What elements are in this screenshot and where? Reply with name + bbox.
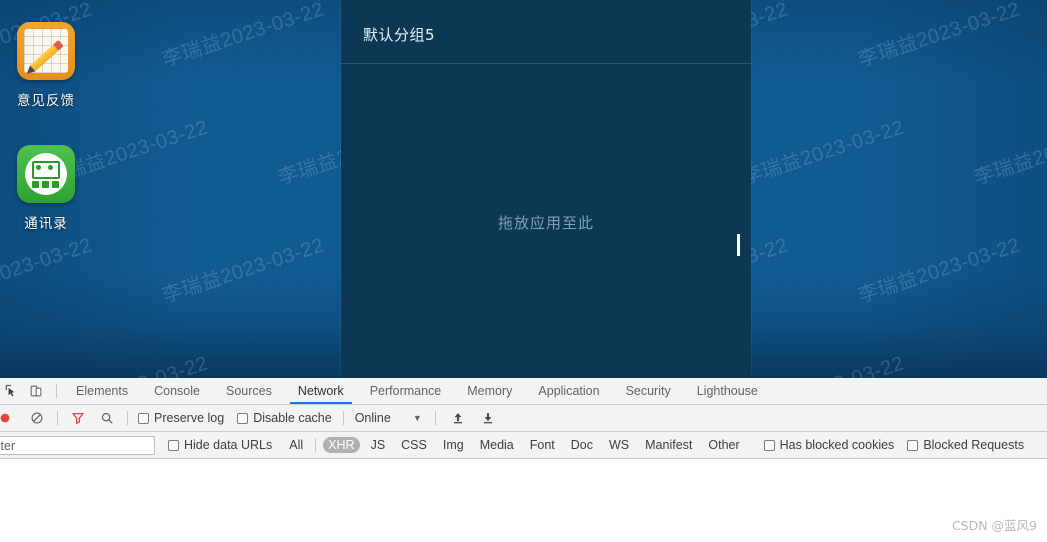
clear-button[interactable] (26, 407, 48, 429)
inspect-element-icon[interactable] (0, 380, 22, 402)
tab-application[interactable]: Application (525, 378, 612, 404)
resource-type-filters: All XHR JS CSS Img Media Font Doc WS Man… (284, 437, 744, 453)
devtools-tabs: Elements Console Sources Network Perform… (63, 378, 771, 404)
type-filter-css[interactable]: CSS (396, 437, 432, 453)
watermark-text: 李瑞益2023-03-22 (42, 347, 212, 378)
type-filter-media[interactable]: Media (475, 437, 519, 453)
device-toolbar-glyph (30, 385, 42, 397)
export-har-button[interactable] (477, 407, 499, 429)
toolbar-divider (315, 438, 317, 452)
group-panel[interactable]: 默认分组5 拖放应用至此 (341, 0, 751, 378)
type-filter-js[interactable]: JS (366, 437, 391, 453)
desktop-icon-label: 意见反馈 (17, 93, 75, 109)
type-filter-manifest[interactable]: Manifest (640, 437, 697, 453)
type-filter-font[interactable]: Font (525, 437, 560, 453)
preserve-log-label: Preserve log (154, 411, 225, 425)
chevron-down-icon: ▼ (412, 413, 422, 423)
watermark-text: 李瑞益2023-03-22 (970, 347, 1047, 378)
type-filter-all[interactable]: All (284, 437, 308, 453)
tab-performance[interactable]: Performance (357, 378, 455, 404)
inspect-element-glyph (5, 384, 15, 397)
feedback-pencil-icon (17, 22, 75, 80)
desktop-icon-feedback[interactable]: 意见反馈 (0, 22, 94, 109)
watermark-text: 李瑞益2023-03-22 (855, 0, 1023, 72)
tab-memory[interactable]: Memory (454, 378, 525, 404)
watermark-text: 李瑞益2023-03-22 (971, 116, 1047, 190)
network-filterbar: Hide data URLs All XHR JS CSS Img Media … (0, 432, 1047, 459)
search-icon (101, 412, 113, 424)
group-panel-title: 默认分组5 (363, 26, 436, 44)
record-icon (0, 413, 10, 423)
toolbar-divider (342, 411, 344, 425)
toolbar-divider (57, 411, 58, 425)
screen-root: 李瑞益2023-03-22 李瑞益2023-03-22 李瑞益2023-03-22 李… (0, 0, 1047, 542)
watermark-text: 李瑞益2023-03-22 (739, 116, 907, 190)
record-button[interactable] (0, 407, 16, 429)
disable-cache-checkbox[interactable]: Disable cache (237, 405, 332, 431)
filter-input[interactable] (0, 436, 155, 455)
device-toolbar-icon[interactable] (25, 380, 47, 402)
checkbox-box (138, 412, 149, 424)
tab-network[interactable]: Network (285, 378, 357, 404)
watermark-text: 李瑞益2023-03-22 (855, 234, 1023, 308)
text-caret (737, 234, 740, 256)
network-request-list[interactable]: CSDN @蓝风9 (0, 459, 1047, 542)
clear-icon (31, 412, 43, 424)
search-button[interactable] (96, 407, 118, 429)
has-blocked-cookies-checkbox[interactable]: Has blocked cookies (763, 432, 895, 458)
devtools-left-icons (0, 378, 63, 404)
toolbar-divider (434, 411, 436, 425)
hide-data-urls-checkbox[interactable]: Hide data URLs (168, 432, 272, 458)
csdn-watermark-credit: CSDN @蓝风9 (951, 518, 1037, 533)
blocked-requests-checkbox[interactable]: Blocked Requests (907, 432, 1024, 458)
watermark-text: 李瑞益2023-03-22 (738, 347, 908, 378)
type-filter-other[interactable]: Other (703, 437, 744, 453)
funnel-icon (72, 412, 84, 424)
tab-lighthouse[interactable]: Lighthouse (684, 378, 771, 404)
checkbox-box (763, 439, 775, 451)
group-panel-header: 默认分组5 (341, 0, 751, 64)
watermark-text: 李瑞益2023-03-22 (159, 234, 327, 308)
toolbar-divider (56, 384, 57, 398)
upload-arrow-icon (453, 413, 462, 424)
type-filter-xhr[interactable]: XHR (323, 437, 360, 453)
watermark-text: 李瑞益2023-03-22 (0, 234, 95, 308)
contacts-icon (17, 145, 75, 203)
hide-data-urls-label: Hide data URLs (184, 438, 273, 452)
filter-button[interactable] (67, 407, 89, 429)
tab-sources[interactable]: Sources (213, 378, 285, 404)
devtools-panel: Elements Console Sources Network Perform… (0, 378, 1047, 542)
throttling-value: Online (354, 411, 391, 425)
import-har-button[interactable] (447, 407, 469, 429)
disable-cache-label: Disable cache (253, 411, 332, 425)
desktop-icon-label: 通讯录 (24, 216, 68, 232)
blocked-requests-label: Blocked Requests (923, 438, 1025, 452)
tab-console[interactable]: Console (141, 378, 213, 404)
devtools-tabbar: Elements Console Sources Network Perform… (0, 378, 1047, 405)
throttling-dropdown[interactable]: Online ▼ (355, 405, 422, 431)
tab-elements[interactable]: Elements (63, 378, 141, 404)
network-toolbar: Preserve log Disable cache Online ▼ (0, 405, 1047, 432)
type-filter-img[interactable]: Img (438, 437, 469, 453)
desktop-icon-contacts[interactable]: 通讯录 (0, 145, 94, 232)
checkbox-box (168, 439, 179, 451)
checkbox-box (907, 439, 919, 451)
tab-security[interactable]: Security (613, 378, 684, 404)
type-filter-doc[interactable]: Doc (566, 437, 598, 453)
group-panel-dropzone[interactable]: 拖放应用至此 (341, 64, 751, 377)
has-blocked-cookies-label: Has blocked cookies (779, 438, 895, 452)
preserve-log-checkbox[interactable]: Preserve log (138, 405, 224, 431)
watermark-text: 李瑞益2023-03-22 (159, 0, 327, 72)
checkbox-box (237, 412, 249, 424)
drop-hint-text: 拖放应用至此 (497, 214, 594, 232)
download-arrow-icon (483, 413, 492, 424)
type-filter-ws[interactable]: WS (604, 437, 634, 453)
toolbar-divider (127, 411, 128, 425)
